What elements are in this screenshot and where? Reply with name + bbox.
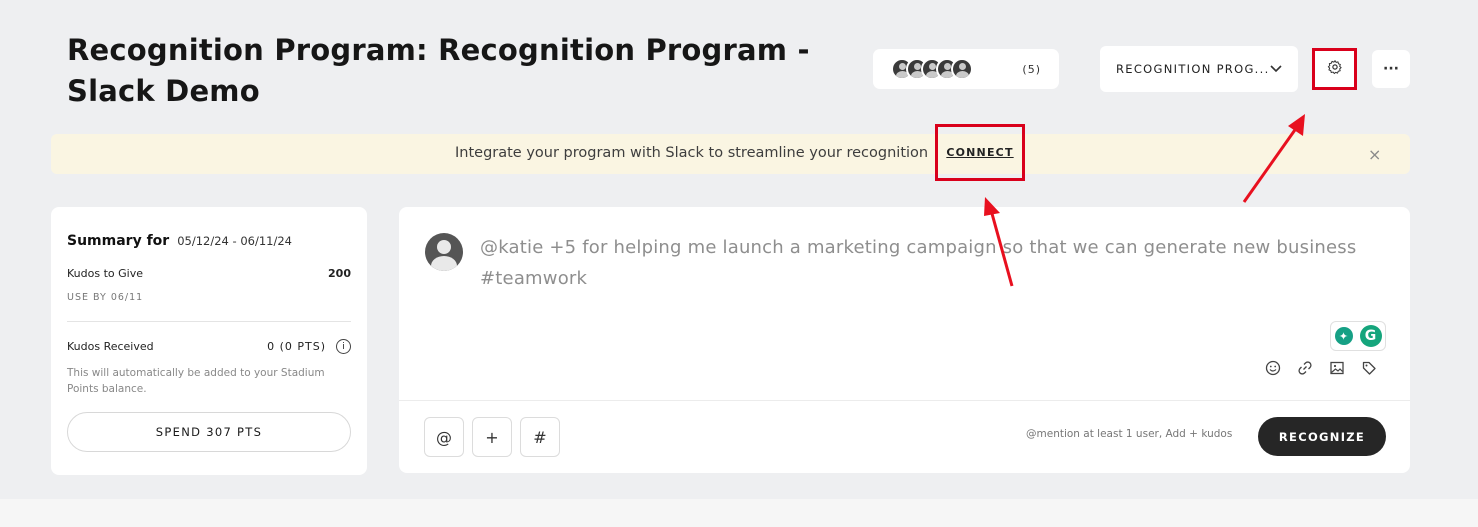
connect-highlight: CONNECT [935, 124, 1025, 181]
add-kudos-button[interactable]: + [472, 417, 512, 457]
tag-icon[interactable] [1361, 360, 1377, 376]
composer-helper-text: @mention at least 1 user, Add + kudos [1026, 428, 1233, 440]
summary-card: Summary for 05/12/24 - 06/11/24 Kudos to… [51, 207, 367, 475]
recognition-composer: @katie +5 for helping me launch a market… [399, 207, 1410, 473]
bulb-icon[interactable]: ✦ [1334, 327, 1353, 345]
program-select-label: RECOGNITION PROG... [1116, 62, 1270, 76]
more-options-button[interactable]: ··· [1372, 50, 1410, 88]
kudos-to-give-value: 200 [328, 267, 351, 280]
kudos-received-value: 0 (0 PTS) [267, 340, 326, 353]
image-icon[interactable] [1329, 360, 1345, 376]
link-icon[interactable] [1297, 360, 1313, 376]
members-pill[interactable]: (5) [873, 49, 1059, 89]
kudos-received-label: Kudos Received [67, 340, 154, 353]
bottom-content-strip [0, 499, 1478, 527]
kudos-note: This will automatically be added to your… [67, 367, 325, 395]
members-count: (5) [1022, 62, 1041, 76]
recognize-button[interactable]: RECOGNIZE [1258, 417, 1386, 456]
mention-button[interactable]: @ [424, 417, 464, 457]
gear-icon [1327, 59, 1343, 79]
kudos-to-give-label: Kudos to Give [67, 267, 143, 280]
divider [67, 321, 351, 322]
use-by-date: USE BY 06/11 [67, 292, 144, 303]
settings-button[interactable] [1312, 48, 1357, 90]
spend-points-button[interactable]: SPEND 307 PTS [67, 412, 351, 452]
summary-date-range: 05/12/24 - 06/11/24 [177, 234, 292, 248]
info-icon[interactable]: i [336, 339, 351, 354]
member-avatars [891, 58, 981, 80]
emoji-icon[interactable] [1265, 360, 1281, 376]
more-icon: ··· [1383, 61, 1399, 77]
program-select[interactable]: RECOGNITION PROG... [1100, 46, 1298, 92]
close-icon[interactable]: × [1368, 145, 1381, 164]
slack-integration-banner: Integrate your program with Slack to str… [51, 134, 1410, 174]
connect-link[interactable]: CONNECT [946, 146, 1013, 159]
grammarly-icon[interactable]: G [1359, 325, 1382, 347]
chevron-down-icon [1270, 62, 1282, 76]
hashtag-button[interactable]: # [520, 417, 560, 457]
summary-title: Summary for [67, 233, 170, 249]
avatar [425, 233, 463, 271]
divider [399, 400, 1410, 401]
recognition-input[interactable]: @katie +5 for helping me launch a market… [480, 232, 1380, 294]
page-title: Recognition Program: Recognition Program… [67, 33, 810, 108]
banner-text: Integrate your program with Slack to str… [455, 145, 929, 161]
grammarly-widget[interactable]: ✦ G [1330, 321, 1386, 351]
avatar [951, 58, 973, 80]
